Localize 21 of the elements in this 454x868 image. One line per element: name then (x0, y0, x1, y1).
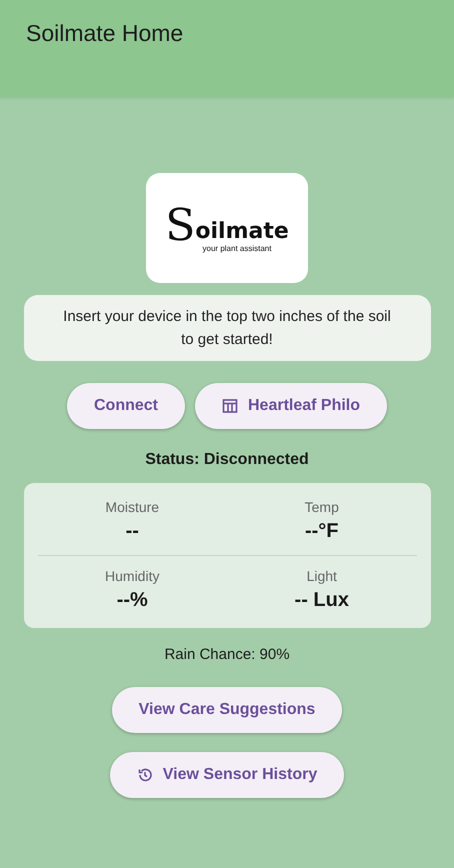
rain-chance: Rain Chance: 90% (164, 646, 290, 663)
reading-value: --°F (304, 520, 339, 543)
logo-wordmark: oilmate (195, 218, 289, 244)
history-icon (136, 767, 153, 783)
table-icon (222, 398, 238, 414)
intro-message: Insert your device in the top two inches of the soil to get started! (24, 295, 430, 361)
connection-status: Status: Disconnected (145, 451, 309, 469)
reading-label: Light (306, 568, 337, 584)
app-title: Soilmate Home (26, 20, 184, 47)
suggestions-button[interactable]: View Care Suggestions (112, 687, 342, 733)
plant-button[interactable]: Heartleaf Philo (194, 383, 388, 429)
reading-value: -- (126, 520, 139, 543)
reading-label: Humidity (105, 568, 160, 584)
logo-initial: S (165, 204, 196, 248)
reading-label: Temp (304, 499, 339, 515)
logo-tagline: your plant assistant (202, 244, 272, 252)
reading-label: Moisture (105, 499, 160, 515)
reading-value: --% (116, 589, 148, 612)
connect-button[interactable]: Connect (66, 383, 185, 429)
reading-value: -- Lux (294, 589, 349, 612)
history-button[interactable]: View Sensor History (110, 752, 344, 798)
